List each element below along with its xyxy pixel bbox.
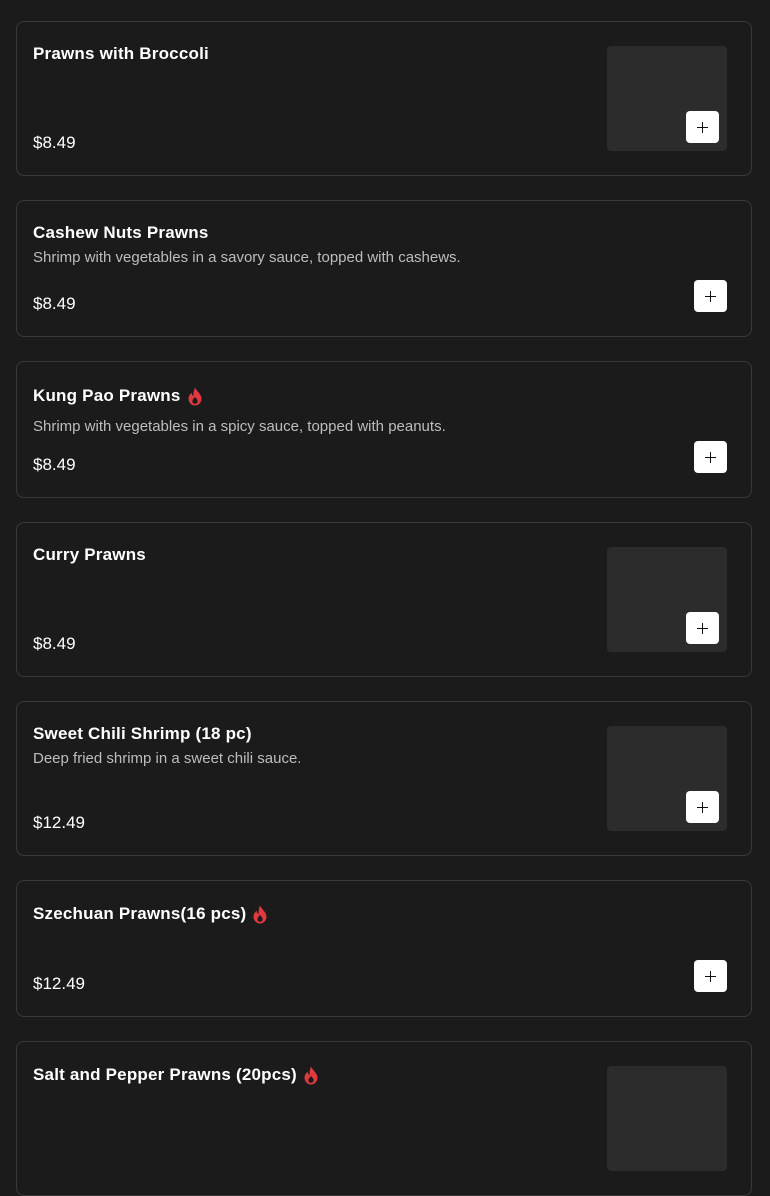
menu-item-price: $8.49 (33, 294, 76, 313)
menu-item-card[interactable]: Curry Prawns $8.49 (16, 522, 752, 677)
menu-item-description: Deep fried shrimp in a sweet chili sauce… (33, 750, 302, 767)
menu-item-name: Sweet Chili Shrimp (18 pc) (33, 724, 252, 744)
menu-item-card[interactable]: Sweet Chili Shrimp (18 pc) Deep fried sh… (16, 701, 752, 856)
menu-item-description: Shrimp with vegetables in a savory sauce… (33, 249, 461, 266)
plus-icon (697, 121, 708, 133)
menu-item-name: Prawns with Broccoli (33, 44, 209, 64)
menu-item-price: $8.49 (33, 634, 76, 653)
menu-item-name-text: Curry Prawns (33, 545, 146, 564)
menu-item-name-text: Kung Pao Prawns (33, 386, 181, 405)
menu-item-name: Salt and Pepper Prawns (20pcs) (33, 1065, 319, 1085)
add-to-cart-button[interactable] (694, 441, 727, 473)
menu-item-image (607, 1066, 727, 1171)
menu-item-name: Curry Prawns (33, 545, 146, 565)
menu-item-name-text: Cashew Nuts Prawns (33, 223, 209, 242)
add-to-cart-button[interactable] (694, 280, 727, 312)
menu-item-name-text: Sweet Chili Shrimp (18 pc) (33, 724, 252, 743)
menu-item-card[interactable]: Salt and Pepper Prawns (20pcs) (16, 1041, 752, 1196)
menu-item-name-text: Prawns with Broccoli (33, 44, 209, 63)
add-to-cart-button[interactable] (694, 960, 727, 992)
plus-icon (705, 970, 716, 982)
menu-item-card[interactable]: Kung Pao Prawns Shrimp with vegetables i… (16, 361, 752, 498)
add-to-cart-button[interactable] (686, 111, 719, 143)
menu-item-card[interactable]: Szechuan Prawns(16 pcs) $12.49 (16, 880, 752, 1017)
menu-item-name-text: Salt and Pepper Prawns (20pcs) (33, 1065, 297, 1084)
spicy-flame-icon (188, 387, 202, 405)
menu-item-name: Cashew Nuts Prawns (33, 223, 209, 243)
plus-icon (705, 451, 716, 463)
menu-item-price: $12.49 (33, 974, 85, 993)
menu-item-price: $8.49 (33, 133, 76, 152)
menu-item-price: $8.49 (33, 455, 76, 474)
menu-item-name: Kung Pao Prawns (33, 386, 203, 406)
menu-item-name: Szechuan Prawns(16 pcs) (33, 904, 268, 924)
plus-icon (697, 801, 708, 813)
plus-icon (705, 290, 716, 302)
menu-item-description: Shrimp with vegetables in a spicy sauce,… (33, 418, 446, 435)
menu-item-card[interactable]: Cashew Nuts Prawns Shrimp with vegetable… (16, 200, 752, 337)
menu-item-card[interactable]: Prawns with Broccoli $8.49 (16, 21, 752, 176)
spicy-flame-icon (253, 905, 267, 923)
add-to-cart-button[interactable] (686, 791, 719, 823)
menu-item-list: Prawns with Broccoli $8.49 Cashew Nuts P… (0, 0, 770, 1196)
add-to-cart-button[interactable] (686, 612, 719, 644)
spicy-flame-icon (304, 1066, 318, 1084)
plus-icon (697, 622, 708, 634)
menu-item-price: $12.49 (33, 813, 85, 832)
menu-item-name-text: Szechuan Prawns(16 pcs) (33, 904, 247, 923)
